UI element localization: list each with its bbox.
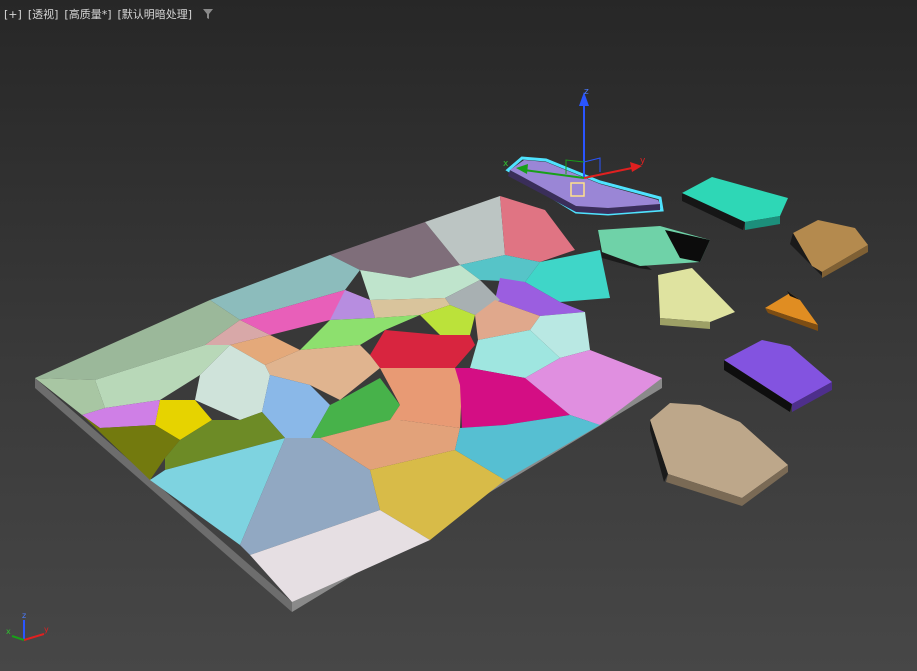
fragment-beige[interactable] [650, 403, 788, 506]
fragment-orange[interactable] [765, 291, 818, 331]
fragment-mint[interactable] [598, 226, 710, 270]
fragment-pale-yellow[interactable] [658, 268, 735, 329]
gizmo-y-label: y [640, 156, 646, 166]
triad-x-label: x [6, 627, 11, 636]
triad-y-label: y [44, 625, 49, 634]
triad-z-label: z [22, 611, 26, 620]
fragment-teal[interactable] [682, 177, 788, 230]
slab-chunk[interactable] [370, 330, 475, 368]
fragment-tan[interactable] [790, 220, 868, 278]
voronoi-slab[interactable] [35, 196, 662, 612]
gizmo-x-label: x [503, 159, 509, 169]
axis-triad-icon: z y x [6, 611, 49, 641]
scene-3d[interactable]: z y x z y x [0, 0, 917, 671]
perspective-viewport[interactable]: [+] [透视] [高质量*] [默认明暗处理] z y x z y x [0, 0, 917, 671]
fragment-purple[interactable] [724, 340, 832, 412]
gizmo-z-label: z [584, 87, 589, 97]
